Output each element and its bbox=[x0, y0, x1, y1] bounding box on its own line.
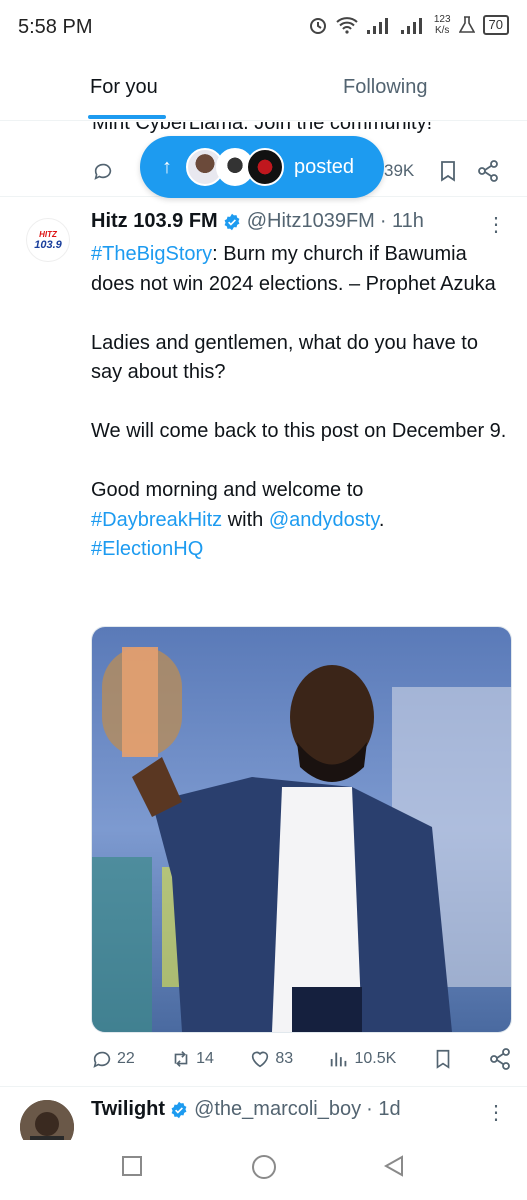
active-tab-indicator bbox=[88, 115, 166, 119]
share-button[interactable] bbox=[489, 1048, 511, 1070]
verified-icon bbox=[224, 213, 240, 230]
reply-icon bbox=[94, 163, 112, 180]
home-button[interactable] bbox=[251, 1154, 277, 1185]
status-time: 5:58 PM bbox=[18, 16, 93, 38]
hashtag-link[interactable]: #DaybreakHitz bbox=[91, 509, 222, 531]
repost-count: 14 bbox=[196, 1050, 214, 1067]
back-button[interactable] bbox=[382, 1154, 406, 1183]
like-count: 83 bbox=[275, 1050, 294, 1067]
tweet-header: Hitz 103.9 FM @Hitz1039FM · 11h bbox=[91, 210, 424, 233]
verified-icon bbox=[171, 1101, 187, 1118]
author-handle[interactable]: @Hitz1039FM bbox=[247, 210, 375, 233]
tab-for-you[interactable]: For you bbox=[90, 76, 158, 99]
wifi-icon bbox=[336, 17, 358, 34]
recents-icon bbox=[122, 1156, 142, 1176]
bookmark-button[interactable] bbox=[432, 1048, 454, 1070]
reply-icon bbox=[93, 1051, 111, 1068]
flask-icon bbox=[458, 16, 475, 33]
views-icon bbox=[331, 1052, 347, 1067]
avatar bbox=[246, 148, 284, 186]
system-navigation-bar bbox=[0, 1140, 527, 1200]
status-bar: 5:58 PM 123 K/s 70 bbox=[0, 0, 527, 58]
previous-tweet-reply[interactable] bbox=[92, 160, 114, 187]
new-posts-pill[interactable]: ↑ posted bbox=[140, 136, 384, 198]
pill-avatars bbox=[186, 148, 284, 186]
net-speed: 123 K/s bbox=[433, 14, 451, 36]
timeline-tabs: For you Following bbox=[0, 58, 527, 121]
views-button[interactable]: 10.5K bbox=[328, 1048, 396, 1070]
bookmark-icon bbox=[436, 1049, 449, 1069]
tweet-actions: 22 14 83 10.5K bbox=[91, 1046, 511, 1072]
tweet-text: #TheBigStory: Burn my church if Bawumia … bbox=[91, 243, 507, 560]
signal-icon bbox=[366, 18, 388, 34]
arrow-up-icon: ↑ bbox=[162, 155, 172, 178]
bookmark-icon bbox=[441, 161, 455, 182]
battery-icon: 70 bbox=[482, 15, 509, 35]
reply-count: 22 bbox=[117, 1050, 135, 1067]
avatar[interactable]: HITZ 103.9 bbox=[26, 218, 70, 262]
photo-image bbox=[92, 627, 511, 1032]
previous-tweet-bookmark[interactable] bbox=[438, 160, 458, 187]
alarm-icon bbox=[309, 18, 326, 34]
like-button[interactable]: 83 bbox=[249, 1048, 293, 1070]
share-icon bbox=[478, 160, 498, 182]
back-icon bbox=[383, 1155, 403, 1177]
author-handle[interactable]: @the_marcoli_boy bbox=[194, 1098, 361, 1121]
posted-label: posted bbox=[294, 155, 355, 178]
more-options-icon[interactable]: ⋮ bbox=[486, 212, 506, 237]
home-icon bbox=[252, 1155, 276, 1179]
previous-tweet-share[interactable] bbox=[477, 160, 499, 187]
author-name[interactable]: Twilight bbox=[91, 1098, 165, 1121]
views-count: 10.5K bbox=[354, 1050, 397, 1067]
reply-button[interactable]: 22 bbox=[91, 1048, 135, 1070]
previous-tweet-views[interactable]: 39K bbox=[384, 161, 414, 181]
hashtag-link[interactable]: #ElectionHQ bbox=[91, 538, 203, 560]
heart-icon bbox=[252, 1051, 269, 1068]
divider bbox=[0, 1086, 527, 1087]
mention-link[interactable]: @andydosty bbox=[269, 509, 379, 531]
recents-button[interactable] bbox=[120, 1154, 144, 1183]
repost-icon bbox=[174, 1051, 188, 1067]
tweet-time: · 1d bbox=[366, 1098, 401, 1120]
tweet-header: Twilight @the_marcoli_boy · 1d bbox=[91, 1098, 401, 1121]
hashtag-link[interactable]: #TheBigStory bbox=[91, 243, 212, 265]
share-icon bbox=[490, 1048, 510, 1070]
more-options-icon[interactable]: ⋮ bbox=[486, 1100, 506, 1125]
author-name[interactable]: Hitz 103.9 FM bbox=[91, 210, 218, 233]
tweet-photo[interactable] bbox=[91, 626, 512, 1033]
tweet-time: · 11h bbox=[379, 210, 424, 232]
repost-button[interactable]: 14 bbox=[170, 1048, 214, 1070]
status-icons: 123 K/s 70 bbox=[308, 14, 509, 36]
signal-icon bbox=[400, 18, 422, 34]
tab-following[interactable]: Following bbox=[343, 76, 427, 99]
